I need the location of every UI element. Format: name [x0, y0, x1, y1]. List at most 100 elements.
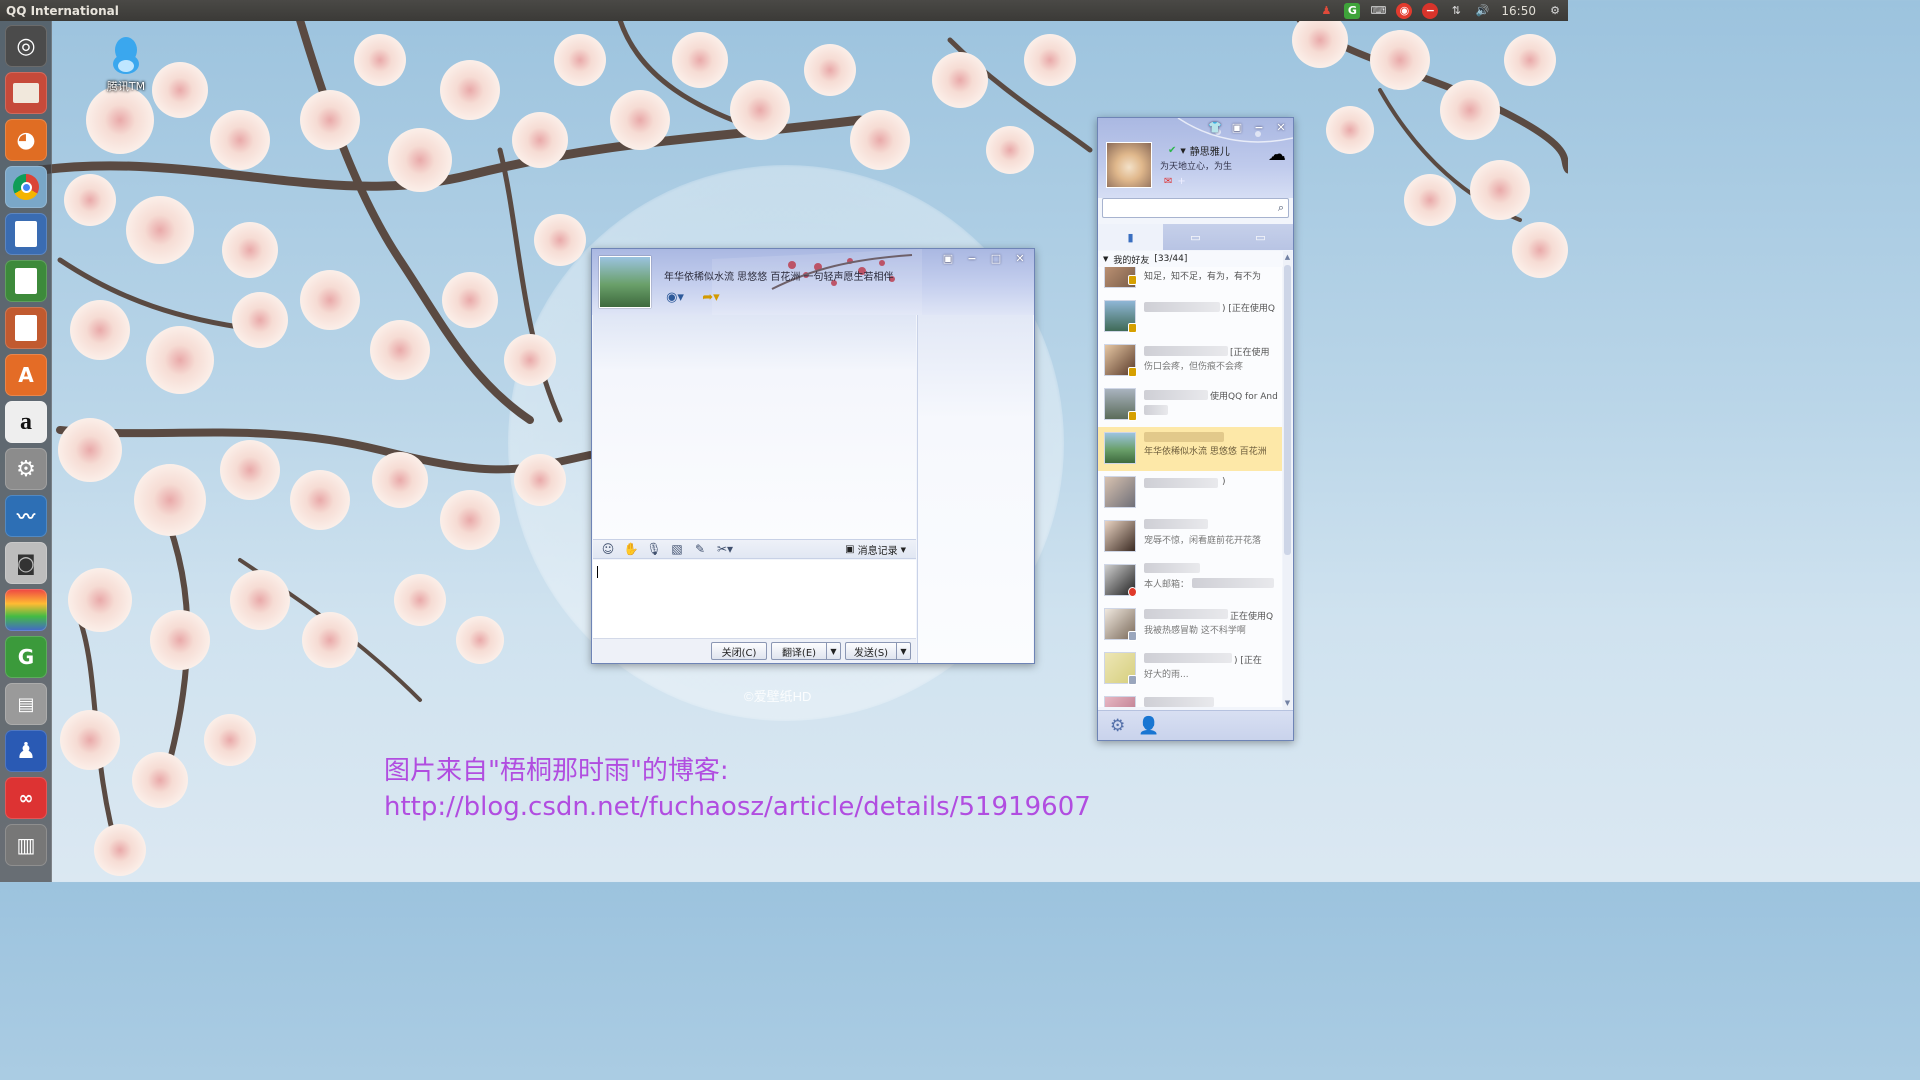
video-call-icon[interactable]: ◉▾	[662, 287, 688, 307]
list-item[interactable]: ) [正在使用Q	[1098, 295, 1282, 339]
software-center-icon[interactable]: A	[5, 354, 47, 396]
chat-header: 年华依稀似水流 思悠悠 百花洲 一句轻声愿生若相伴 ◉▾ ➦▾ ▣ − □ ✕	[592, 249, 1034, 315]
chat-window: 年华依稀似水流 思悠悠 百花洲 一句轻声愿生若相伴 ◉▾ ➦▾ ▣ − □ ✕ …	[591, 248, 1035, 664]
list-item[interactable]	[1098, 691, 1282, 707]
chevron-down-icon[interactable]: ▼	[826, 643, 840, 659]
keyboard-icon[interactable]: ⌨	[1370, 3, 1386, 19]
screenshot-icon[interactable]: ✂▾	[712, 540, 738, 558]
emoji-icon[interactable]: ☺	[597, 540, 619, 558]
list-item[interactable]: )	[1098, 471, 1282, 515]
clock[interactable]: 16:50	[1501, 4, 1536, 18]
weather-icon[interactable]: ☁	[1268, 144, 1286, 165]
list-item[interactable]: 宠辱不惊，闲看庭前花开花落	[1098, 515, 1282, 559]
scroll-down-icon[interactable]: ▼	[1283, 699, 1292, 709]
search-input[interactable]: ⌕	[1102, 198, 1289, 218]
add-icon[interactable]: +	[1177, 176, 1185, 187]
calc-icon[interactable]	[5, 260, 47, 302]
chat-side-panel	[917, 315, 1033, 663]
close-button[interactable]: 关闭(C)	[711, 642, 767, 660]
device-icon	[1128, 367, 1137, 377]
trash-icon[interactable]: ▥	[5, 824, 47, 866]
qq-tray-icon[interactable]: ♟	[1318, 3, 1334, 19]
send-file-icon[interactable]: ➦▾	[698, 287, 724, 307]
image-icon[interactable]: ▧	[666, 540, 688, 558]
camera-icon[interactable]: ◙	[5, 542, 47, 584]
green-g-icon[interactable]: G	[1344, 2, 1361, 19]
message-history-button[interactable]: ▣ 消息记录 ▼	[845, 542, 906, 557]
close-icon[interactable]: ✕	[1273, 120, 1289, 134]
close-icon[interactable]: ✕	[1012, 251, 1028, 265]
tab-recent[interactable]: ▭	[1228, 224, 1293, 250]
system-settings-icon[interactable]: ⚙	[5, 448, 47, 490]
maximize-icon[interactable]: □	[988, 251, 1004, 265]
minimize-icon[interactable]: −	[1251, 120, 1267, 134]
minimize-icon[interactable]: −	[964, 251, 980, 265]
group-header[interactable]: ▼ 我的好友 [33/44]	[1098, 251, 1283, 267]
weibo-icon[interactable]: ◉	[1396, 2, 1413, 19]
avatar	[1104, 476, 1136, 508]
group-icon: ▭	[1190, 230, 1201, 244]
firefox-icon[interactable]: ◕	[5, 119, 47, 161]
color-tool-icon[interactable]	[5, 589, 47, 631]
chevron-down-icon[interactable]: ▼	[896, 643, 910, 659]
green-app-icon[interactable]: G	[5, 636, 47, 678]
edit-icon[interactable]: ✎	[689, 540, 711, 558]
ubuntu-dash-icon[interactable]: ◎	[5, 25, 47, 67]
translate-button[interactable]: 翻译(E) ▼	[771, 642, 841, 660]
list-item[interactable]: 知足，知不足，有为，有不为	[1098, 267, 1282, 295]
desktop-icon-label: 腾讯TM	[106, 80, 146, 93]
tab-contacts[interactable]: ▮	[1098, 224, 1163, 250]
contact-tabs: ▮ ▭ ▭	[1098, 224, 1293, 250]
message-history-area[interactable]	[593, 315, 916, 539]
system-monitor-icon[interactable]: 〰	[5, 495, 47, 537]
my-signature[interactable]: 为天地立心，为生	[1160, 159, 1232, 172]
scroll-up-icon[interactable]: ▲	[1283, 253, 1292, 263]
translate-button-label: 翻译(E)	[781, 647, 817, 659]
writer-icon[interactable]	[5, 213, 47, 255]
skin-icon[interactable]: 👕	[1207, 120, 1223, 134]
list-item[interactable]: 本人邮箱：	[1098, 559, 1282, 603]
close-button-label: 关闭(C)	[721, 647, 757, 659]
list-item[interactable]: 年华依稀似水流 思悠悠 百花洲	[1098, 427, 1282, 471]
send-button[interactable]: 发送(S) ▼	[845, 642, 911, 660]
pin-icon[interactable]: ▣	[940, 251, 956, 265]
chrome-icon[interactable]	[5, 166, 47, 208]
amazon-icon[interactable]: a	[5, 401, 47, 443]
tab-groups[interactable]: ▭	[1163, 224, 1228, 250]
stop-icon[interactable]: −	[1422, 2, 1439, 19]
redacted-name	[1144, 697, 1214, 707]
volume-icon[interactable]: 🔊	[1474, 3, 1490, 19]
buddy-list-scrollbar[interactable]: ▲ ▼	[1283, 251, 1292, 711]
list-item[interactable]: 正在使用Q 我被热感冒勒 这不科学啊	[1098, 603, 1282, 647]
buddy-status-text: [正在使用	[1230, 348, 1270, 358]
files-icon[interactable]	[5, 72, 47, 114]
list-item[interactable]: [正在使用 伤口会疼，但伤痕不会疼	[1098, 339, 1282, 383]
online-status-icon[interactable]: ✔	[1168, 145, 1176, 156]
my-nickname[interactable]: ✔ ▼ 静思雅儿	[1168, 143, 1230, 158]
search-icon[interactable]: ⌕	[1278, 201, 1284, 215]
list-item[interactable]: ) [正在 好大的雨...	[1098, 647, 1282, 691]
red-app-icon[interactable]: ∞	[5, 777, 47, 819]
impress-icon[interactable]	[5, 307, 47, 349]
shake-icon[interactable]: ✋	[620, 540, 642, 558]
pin-icon[interactable]: ▣	[1229, 120, 1245, 134]
desktop-qq-shortcut[interactable]: 腾讯TM	[100, 36, 152, 94]
qq-penguin-icon	[110, 36, 142, 76]
scroll-thumb[interactable]	[1284, 265, 1291, 555]
buddy-status-text: 正在使用Q	[1230, 612, 1274, 622]
source-caption: 图片来自"梧桐那时雨"的博客: http://blog.csdn.net/fuc…	[384, 753, 1091, 825]
contact-avatar[interactable]	[599, 256, 651, 308]
my-avatar[interactable]	[1106, 142, 1152, 188]
mini-app-bar: ✉ +	[1164, 176, 1186, 187]
add-user-icon[interactable]: 👤	[1138, 716, 1159, 736]
list-item[interactable]: 使用QQ for And	[1098, 383, 1282, 427]
gear-icon[interactable]: ⚙	[1110, 716, 1125, 736]
gear-icon[interactable]: ⚙	[1547, 3, 1563, 19]
qq-penguin-icon[interactable]: ♟	[5, 730, 47, 772]
device-icon	[1128, 411, 1137, 421]
scanner-icon[interactable]: ▤	[5, 683, 47, 725]
network-icon[interactable]: ⇅	[1448, 3, 1464, 19]
voice-icon[interactable]: 🎙	[643, 540, 665, 558]
message-input[interactable]	[593, 560, 916, 638]
mail-icon[interactable]: ✉	[1164, 176, 1172, 187]
